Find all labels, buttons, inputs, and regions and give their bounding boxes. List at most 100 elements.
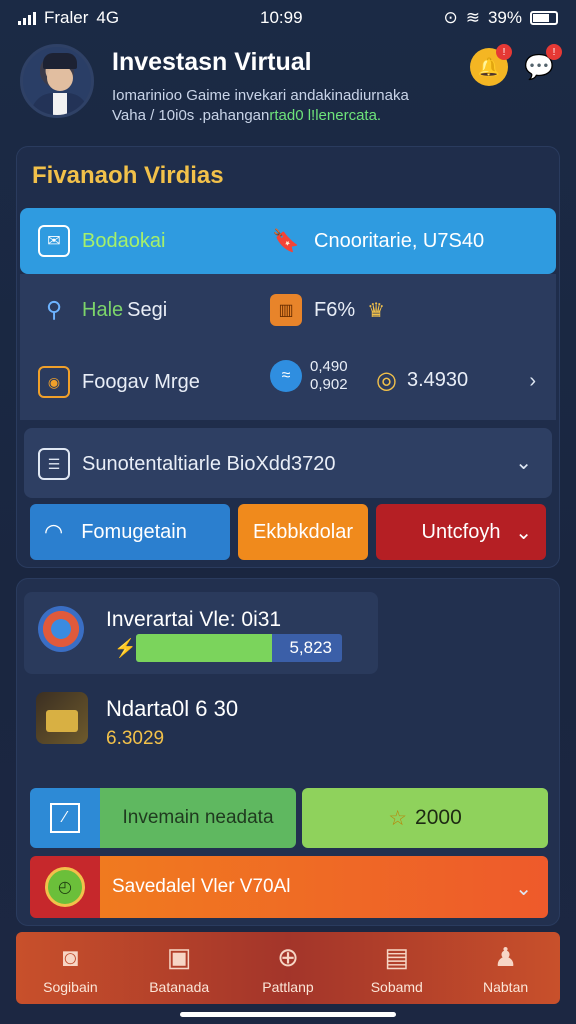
tab-batanada[interactable]: ▣ Batanada bbox=[125, 932, 234, 1004]
ekbbkdolar-button[interactable]: Ekbbkdolar bbox=[238, 504, 368, 560]
edit-icon: ⁄ bbox=[50, 803, 80, 833]
row1-right-label: Cnooritarie, U7S40 bbox=[314, 229, 485, 252]
bell-icon: 🔔 bbox=[477, 56, 501, 77]
home-indicator[interactable] bbox=[180, 1012, 396, 1017]
tab-sogibain[interactable]: ◙ Sogibain bbox=[16, 932, 125, 1004]
status-left: Fraler 4G bbox=[18, 8, 119, 28]
invest-data-button[interactable]: Invemain neadata bbox=[100, 788, 296, 848]
basket-icon: ▥ bbox=[270, 294, 302, 326]
row2-left: ⚲ Hale Segi bbox=[38, 294, 167, 326]
row1-right: 🔖 Cnooritarie, U7S40 bbox=[270, 225, 484, 257]
row3-left: ◉ Foogav Mrge bbox=[38, 366, 200, 398]
finance-rows-block: ⚲ Hale Segi ▥ F6% ♛ ◉ Foogav Mrge ≈ 0,490… bbox=[20, 274, 556, 420]
photo-icon: ◉ bbox=[38, 366, 70, 398]
row2-left-green: Hale bbox=[82, 298, 124, 321]
gold-bar-icon bbox=[36, 692, 88, 744]
item-subtitle: 6.3029 bbox=[106, 728, 165, 749]
profile-header: Investasn Virtual Iomarinioo Gaime invek… bbox=[20, 44, 562, 134]
row2-right: ▥ F6% ♛ bbox=[270, 294, 385, 326]
row2-left-label: Segi bbox=[127, 298, 168, 321]
tab-label: Sogibain bbox=[43, 978, 98, 995]
row4-content: ☰ Sunotentaltiarle BioXdd3720 bbox=[38, 448, 336, 480]
row1-left: ✉ Bodaokai bbox=[38, 225, 165, 257]
camera-icon: ◙ bbox=[62, 941, 79, 972]
investment-panel: Inverartai Vle: 0i31 ⚡ 5,823 Ndarta0l 6 … bbox=[16, 578, 560, 926]
tab-nabtan[interactable]: ♟ Nabtan bbox=[451, 932, 560, 1004]
tab-label: Nabtan bbox=[483, 978, 529, 995]
message-icon: ▤ bbox=[384, 941, 410, 972]
tab-label: Sobamd bbox=[370, 978, 423, 995]
signal-icon bbox=[18, 11, 36, 25]
edit-button[interactable]: ⁄ bbox=[30, 788, 100, 848]
item-title: Ndarta0l 6 30 bbox=[106, 696, 239, 721]
row3-mid-top: 0,490 bbox=[310, 358, 348, 375]
progress-value: 5,823 bbox=[289, 638, 332, 657]
section-title: Fivanaoh Virdias bbox=[32, 162, 224, 189]
finance-dropdown-row[interactable]: ☰ Sunotentaltiarle BioXdd3720 ⌄ bbox=[24, 428, 552, 498]
row1-left-label: Bodaokai bbox=[82, 229, 166, 252]
chevron-down-icon: ⌄ bbox=[515, 522, 532, 544]
tab-pattlanp[interactable]: ⊕ Pattlanp bbox=[234, 932, 343, 1004]
subtitle-line2: Vaha / 10i0s .pahangan bbox=[112, 107, 270, 124]
messages-badge: ! bbox=[546, 44, 562, 60]
profile-icon: ♟ bbox=[493, 941, 518, 972]
invest-action-row: ⁄ Invemain neadata ☆ 2000 bbox=[30, 788, 548, 848]
investment-card[interactable]: Inverartai Vle: 0i31 ⚡ 5,823 bbox=[24, 592, 378, 674]
red-button-label: Untcfoyh bbox=[421, 520, 501, 543]
row3-left-label: Foogav Mrge bbox=[82, 370, 200, 393]
clock-icon: ◴ bbox=[45, 867, 85, 907]
row2-right-label: F6% bbox=[314, 298, 356, 321]
blue-button-label: Fomugetain bbox=[81, 520, 187, 543]
subtitle-highlight: rtad0 l!lenercata. bbox=[269, 107, 382, 124]
battery-icon bbox=[529, 11, 558, 25]
untcfoyh-button[interactable]: Untcfoyh ⌄ bbox=[376, 504, 546, 560]
edit-note-icon: ▣ bbox=[166, 941, 192, 972]
document-icon: ☰ bbox=[38, 448, 70, 480]
gold-coins-icon: ◎ bbox=[376, 367, 397, 394]
subtitle-line1: Iomarinioo Gaime invekari andakinadiurna… bbox=[112, 87, 409, 104]
notification-button[interactable]: 🔔 ! bbox=[470, 44, 512, 86]
score-button[interactable]: ☆ 2000 bbox=[302, 788, 548, 848]
saved-icon-box: ◴ bbox=[30, 856, 100, 918]
wifi-icon: ≋ bbox=[465, 8, 480, 27]
bottom-tab-bar: ◙ Sogibain ▣ Batanada ⊕ Pattlanp ▤ Sobam… bbox=[16, 932, 560, 1004]
chevron-right-icon[interactable]: › bbox=[529, 370, 536, 393]
mail-icon: ✉ bbox=[38, 225, 70, 257]
finance-panel: Fivanaoh Virdias ✉ Bodaokai 🔖 Cnooritari… bbox=[16, 146, 560, 568]
row4-label: Sunotentaltiarle BioXdd3720 bbox=[82, 452, 336, 475]
progress-fill bbox=[136, 634, 272, 662]
investment-icon bbox=[38, 606, 84, 652]
row3-mid-bottom: 0,902 bbox=[310, 376, 348, 393]
saved-row[interactable]: ◴ Savedalel Vler V70Al ⌄ bbox=[30, 856, 548, 918]
messages-button[interactable]: 💬 ! bbox=[520, 44, 562, 86]
saved-label: Savedalel Vler V70Al bbox=[112, 876, 291, 897]
wave-icon: ≈ bbox=[270, 360, 302, 392]
globe-icon: ⊕ bbox=[277, 941, 299, 972]
chevron-down-icon: ⌄ bbox=[515, 452, 532, 474]
signal-wave-icon: ◠ bbox=[44, 519, 64, 544]
star-icon: ☆ bbox=[388, 806, 408, 830]
header-subtitle: Iomarinioo Gaime invekari andakinadiurna… bbox=[112, 86, 472, 126]
investment-title: Inverartai Vle: 0i31 bbox=[106, 608, 282, 631]
page-title: Investasn Virtual bbox=[112, 48, 312, 76]
avatar[interactable] bbox=[20, 44, 94, 118]
network-label: 4G bbox=[96, 8, 120, 27]
finance-row-1[interactable]: ✉ Bodaokai 🔖 Cnooritarie, U7S40 bbox=[20, 208, 556, 274]
fomugetain-button[interactable]: ◠ Fomugetain bbox=[30, 504, 230, 560]
notification-badge: ! bbox=[496, 44, 512, 60]
row3-right-value: 3.4930 bbox=[406, 369, 469, 391]
orange-button-label: Ekbbkdolar bbox=[252, 520, 354, 543]
tab-label: Batanada bbox=[149, 978, 210, 995]
carrier-label: Fraler bbox=[44, 8, 89, 27]
alarm-icon: ⊙ bbox=[443, 8, 458, 27]
link-icon: ⚲ bbox=[45, 297, 63, 322]
status-right: ⊙ ≋ 39% bbox=[443, 8, 558, 28]
chevron-down-icon: ⌄ bbox=[515, 878, 532, 900]
clock: 10:99 bbox=[260, 8, 303, 27]
status-bar: Fraler 4G 10:99 ⊙ ≋ 39% bbox=[0, 0, 576, 36]
row3-mid-values: 0,490 0,902 bbox=[310, 358, 348, 394]
row3-right: ◎ 3.4930 bbox=[376, 366, 468, 395]
tab-sobamd[interactable]: ▤ Sobamd bbox=[342, 932, 451, 1004]
bookmark-icon: 🔖 bbox=[272, 228, 300, 253]
saved-bar: Savedalel Vler V70Al ⌄ bbox=[100, 856, 548, 918]
